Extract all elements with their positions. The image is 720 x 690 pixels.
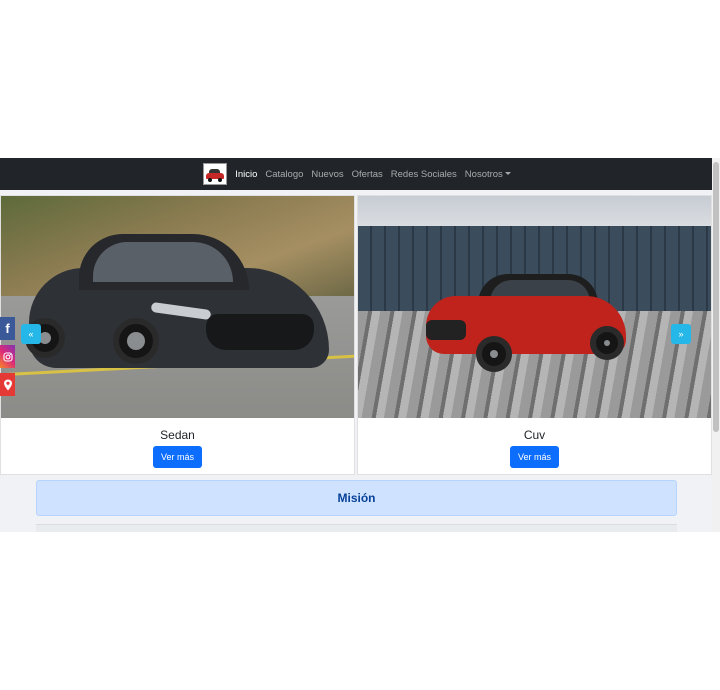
brand-logo[interactable] (203, 163, 228, 185)
card-body: Cuv Ver más (358, 418, 711, 475)
page-viewport: Inicio Catalogo Nuevos Ofertas Redes Soc… (0, 158, 720, 532)
carousel-prev-button[interactable]: « (21, 324, 41, 344)
double-chevron-right-icon: » (678, 329, 684, 339)
ver-mas-button[interactable]: Ver más (152, 446, 202, 468)
mision-title: Misión (337, 491, 376, 505)
facebook-icon[interactable]: f (0, 317, 15, 340)
nav-menu: Inicio Catalogo Nuevos Ofertas Redes Soc… (203, 163, 515, 185)
scrollbar[interactable] (712, 158, 720, 532)
scrollbar-thumb[interactable] (713, 162, 719, 432)
nav-item-inicio[interactable]: Inicio (231, 169, 261, 180)
instagram-glyph-icon (2, 351, 13, 362)
nav-item-nosotros-label: Nosotros (464, 168, 503, 180)
nav-item-nuevos[interactable]: Nuevos (307, 169, 347, 180)
nav-item-catalogo[interactable]: Catalogo (261, 169, 307, 180)
card-title: Cuv (523, 428, 546, 442)
sedan-image: « (1, 196, 354, 418)
map-pin-icon[interactable] (0, 373, 15, 396)
mision-text-partial (36, 524, 677, 532)
card-body: Sedan Ver más (1, 418, 354, 475)
car-card-cuv: » Cuv Ver más (357, 195, 712, 475)
instagram-icon[interactable] (0, 345, 15, 368)
navbar: Inicio Catalogo Nuevos Ofertas Redes Soc… (0, 158, 712, 190)
location-glyph-icon (3, 379, 12, 390)
car-carousel: « Sedan Ver más » Cuv Ver más (0, 195, 712, 475)
chevron-down-icon (504, 172, 511, 176)
car-card-sedan: « Sedan Ver más (0, 195, 355, 475)
nav-item-nosotros[interactable]: Nosotros (461, 169, 515, 180)
carousel-next-button[interactable]: » (671, 324, 691, 344)
nav-item-redes-sociales[interactable]: Redes Sociales (387, 169, 461, 180)
double-chevron-left-icon: « (28, 329, 34, 339)
nav-item-ofertas[interactable]: Ofertas (348, 169, 387, 180)
ver-mas-button[interactable]: Ver más (509, 446, 559, 468)
cuv-image: » (358, 196, 711, 418)
mision-alert: Misión (36, 480, 677, 516)
card-title: Sedan (160, 428, 195, 442)
